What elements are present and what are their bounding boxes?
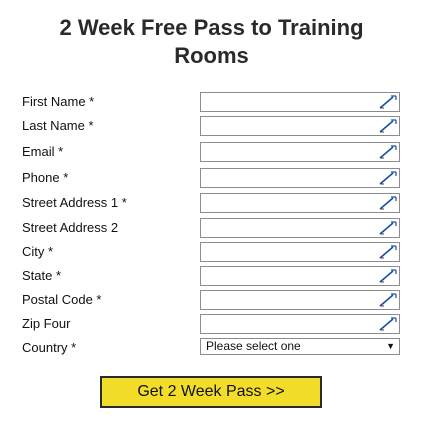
postal-code-input[interactable]	[201, 291, 383, 309]
state-field[interactable]	[200, 266, 400, 286]
city-field[interactable]	[200, 242, 400, 262]
zip-four-input[interactable]	[201, 315, 383, 333]
state-input[interactable]	[201, 267, 383, 285]
email-field[interactable]	[200, 142, 400, 162]
country-selected-value: Please select one	[206, 339, 301, 353]
field-label: Postal Code *	[22, 292, 102, 307]
phone-field[interactable]	[200, 168, 400, 188]
pen-autofill-icon[interactable]	[378, 268, 398, 284]
field-label: Zip Four	[22, 316, 71, 331]
form-row-street-address-2: Street Address 2	[0, 218, 423, 240]
field-label: Email *	[22, 144, 64, 159]
form-row-street-address-1: Street Address 1 *	[0, 193, 423, 215]
field-label: Last Name *	[22, 118, 94, 133]
form-row-zip-four: Zip Four	[0, 314, 423, 336]
last-name-input[interactable]	[201, 117, 383, 135]
pen-autofill-icon[interactable]	[378, 195, 398, 211]
postal-code-field[interactable]	[200, 290, 400, 310]
first-name-input[interactable]	[201, 93, 383, 111]
phone-input[interactable]	[201, 169, 383, 187]
first-name-field[interactable]	[200, 92, 400, 112]
form-row-state: State *	[0, 266, 423, 288]
pen-autofill-icon[interactable]	[378, 220, 398, 236]
country-select[interactable]: Please select one ▼	[200, 338, 400, 355]
form-row-city: City *	[0, 242, 423, 264]
zip-four-field[interactable]	[200, 314, 400, 334]
street-address-1-input[interactable]	[201, 194, 383, 212]
street-address-2-field[interactable]	[200, 218, 400, 238]
pen-autofill-icon[interactable]	[378, 244, 398, 260]
form-row-last-name: Last Name *	[0, 116, 423, 138]
field-label: Street Address 2	[22, 220, 119, 235]
field-label: City *	[22, 244, 54, 259]
field-label: State *	[22, 268, 62, 283]
form-row-postal-code: Postal Code *	[0, 290, 423, 312]
street-address-2-input[interactable]	[201, 219, 383, 237]
pen-autofill-icon[interactable]	[378, 316, 398, 332]
form-row-email: Email *	[0, 142, 423, 164]
get-pass-button[interactable]: Get 2 Week Pass >>	[100, 376, 322, 408]
field-label: Street Address 1 *	[22, 195, 127, 210]
dropdown-arrow-icon[interactable]: ▼	[386, 339, 395, 354]
form-row-country: Country * Please select one ▼	[0, 338, 423, 360]
email-input[interactable]	[201, 143, 383, 161]
pen-autofill-icon[interactable]	[378, 144, 398, 160]
field-label: Phone *	[22, 170, 69, 185]
form-title: 2 Week Free Pass to Training Rooms	[59, 15, 364, 68]
field-label: First Name *	[22, 94, 95, 109]
street-address-1-field[interactable]	[200, 193, 400, 213]
pen-autofill-icon[interactable]	[378, 118, 398, 134]
form-row-first-name: First Name *	[0, 92, 423, 114]
pen-autofill-icon[interactable]	[378, 292, 398, 308]
pen-autofill-icon[interactable]	[378, 94, 398, 110]
field-label: Country *	[22, 340, 77, 355]
form-row-phone: Phone *	[0, 168, 423, 190]
city-input[interactable]	[201, 243, 383, 261]
last-name-field[interactable]	[200, 116, 400, 136]
pen-autofill-icon[interactable]	[378, 170, 398, 186]
